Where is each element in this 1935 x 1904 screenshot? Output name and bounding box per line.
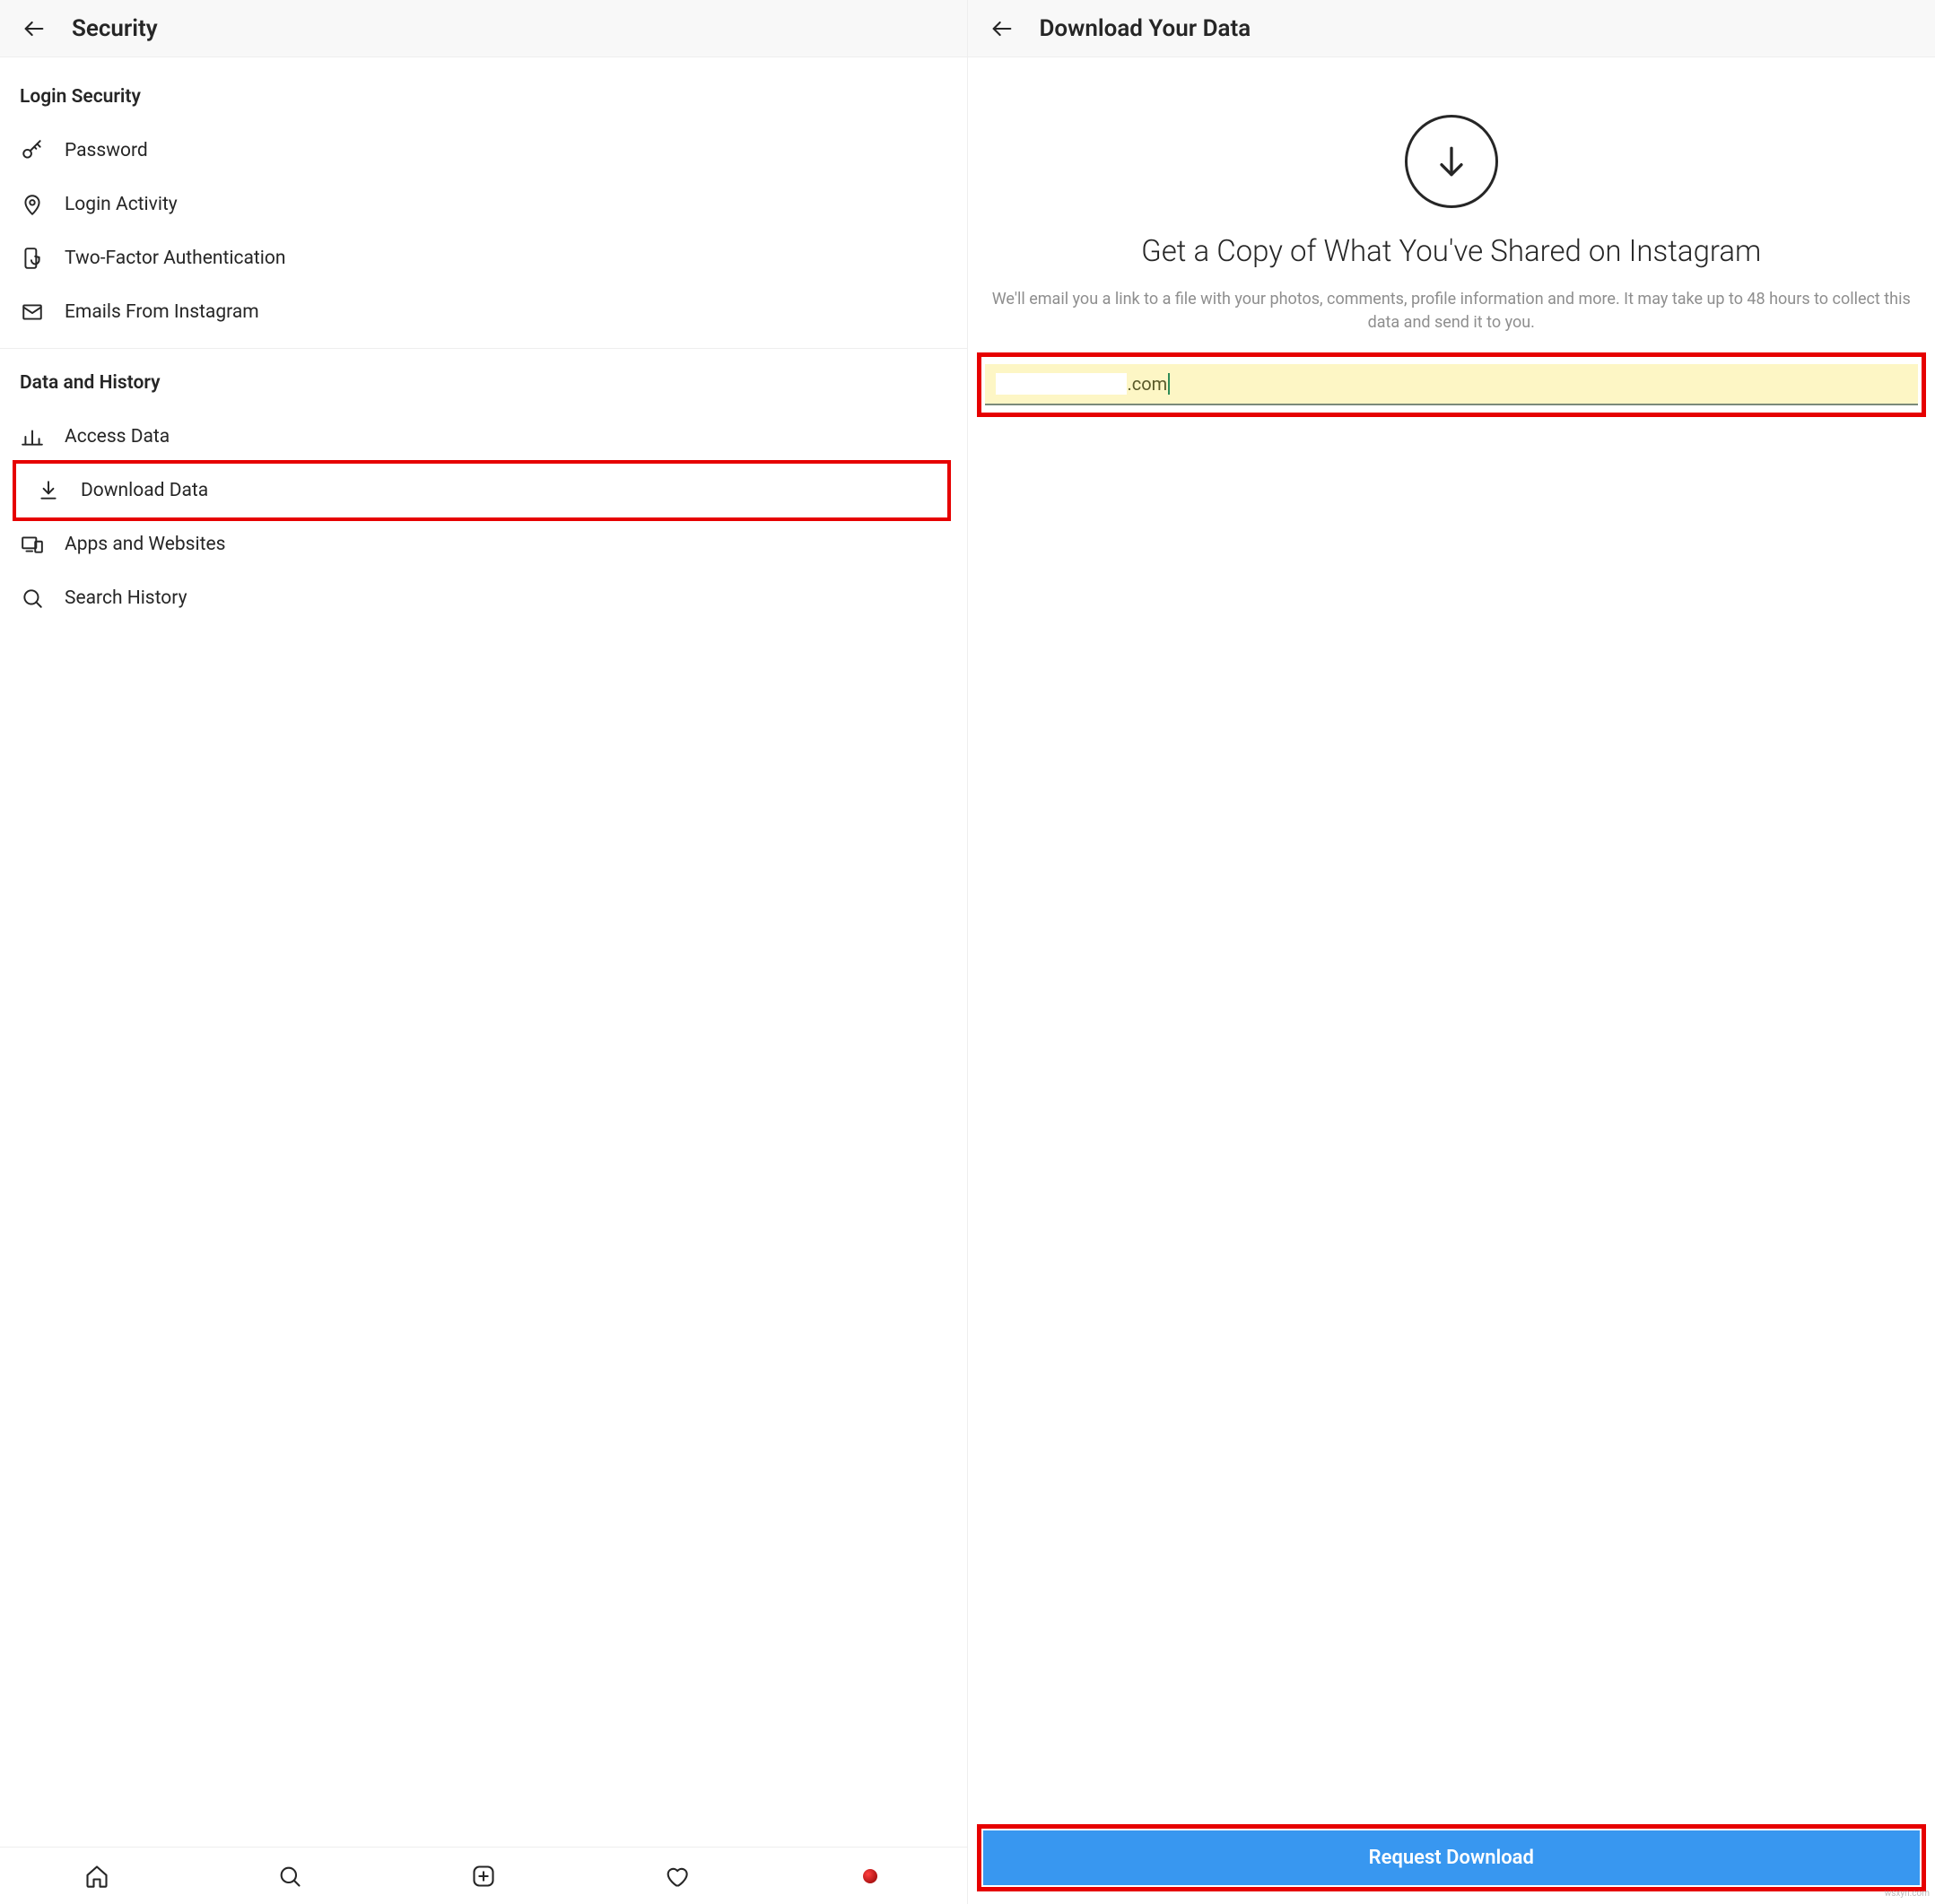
heart-icon — [664, 1864, 689, 1889]
nav-home[interactable] — [83, 1863, 110, 1890]
search-icon — [277, 1864, 302, 1889]
section-divider — [0, 348, 967, 349]
email-visible: .com — [1127, 373, 1167, 395]
row-label: Apps and Websites — [65, 534, 225, 555]
page-title: Download Your Data — [1040, 15, 1251, 42]
row-label: Download Data — [81, 480, 208, 501]
button-label: Request Download — [1369, 1847, 1534, 1869]
arrow-left-icon — [989, 16, 1015, 41]
row-access-data[interactable]: Access Data — [0, 410, 967, 464]
email-input-highlight: xxxxxxxxx@xxxx.com — [977, 352, 1927, 417]
request-download-button[interactable]: Request Download — [983, 1830, 1921, 1885]
row-two-factor[interactable]: Two-Factor Authentication — [0, 231, 967, 285]
search-icon — [20, 586, 45, 611]
row-emails-from-instagram[interactable]: Emails From Instagram — [0, 285, 967, 339]
devices-icon — [20, 532, 45, 557]
security-settings-pane: Security Login Security Password Login A… — [0, 0, 968, 1904]
email-redacted: xxxxxxxxx@xxxx — [996, 373, 1128, 395]
section-data-history: Data and History — [0, 365, 967, 410]
nav-activity[interactable] — [663, 1863, 690, 1890]
download-circle-icon — [1405, 115, 1498, 208]
row-label: Access Data — [65, 426, 170, 448]
bottom-nav — [0, 1847, 967, 1904]
page-title: Security — [72, 15, 158, 42]
email-input[interactable]: xxxxxxxxx@xxxx.com — [985, 364, 1919, 405]
nav-search[interactable] — [276, 1863, 303, 1890]
section-login-security: Login Security — [0, 79, 967, 124]
row-search-history[interactable]: Search History — [0, 571, 967, 625]
download-content: Get a Copy of What You've Shared on Inst… — [968, 57, 1935, 1904]
row-password[interactable]: Password — [0, 124, 967, 178]
download-icon — [36, 478, 61, 503]
plus-square-icon — [471, 1864, 496, 1889]
key-icon — [20, 138, 45, 163]
avatar-icon — [863, 1869, 877, 1883]
row-download-data[interactable]: Download Data — [13, 460, 951, 521]
row-apps-websites[interactable]: Apps and Websites — [0, 517, 967, 571]
nav-new-post[interactable] — [470, 1863, 497, 1890]
security-list: Login Security Password Login Activity T… — [0, 57, 967, 1904]
download-heading: Get a Copy of What You've Shared on Inst… — [1105, 208, 1797, 288]
back-button[interactable] — [988, 14, 1016, 43]
request-button-highlight: Request Download — [977, 1824, 1927, 1891]
download-topbar: Download Your Data — [968, 0, 1935, 57]
row-label: Login Activity — [65, 194, 178, 215]
mail-icon — [20, 300, 45, 325]
bar-chart-icon — [20, 424, 45, 449]
arrow-down-icon — [1432, 142, 1471, 181]
row-login-activity[interactable]: Login Activity — [0, 178, 967, 231]
nav-profile[interactable] — [857, 1863, 884, 1890]
row-label: Emails From Instagram — [65, 301, 259, 323]
download-data-pane: Download Your Data Get a Copy of What Yo… — [968, 0, 1935, 1904]
row-label: Search History — [65, 587, 187, 609]
map-pin-icon — [20, 192, 45, 217]
security-topbar: Security — [0, 0, 967, 57]
arrow-left-icon — [22, 16, 47, 41]
download-description: We'll email you a link to a file with yo… — [968, 288, 1935, 352]
row-label: Password — [65, 140, 148, 161]
home-icon — [84, 1864, 109, 1889]
row-label: Two-Factor Authentication — [65, 248, 285, 269]
source-watermark: wsxyn.com — [1885, 1889, 1930, 1899]
text-caret — [1168, 373, 1170, 395]
back-button[interactable] — [20, 14, 48, 43]
phone-shield-icon — [20, 246, 45, 271]
